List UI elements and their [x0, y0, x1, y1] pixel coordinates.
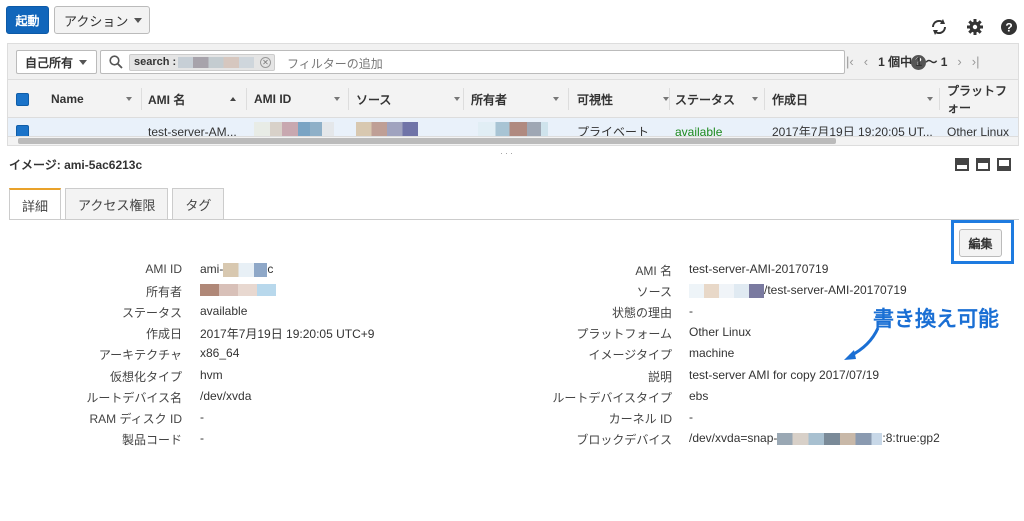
search-icon [109, 55, 123, 69]
help-icon[interactable]: ? [1000, 18, 1018, 36]
column-header[interactable]: ステータス [675, 80, 758, 118]
field-value: - [689, 304, 693, 318]
field-label: ソース [636, 285, 672, 299]
field-label: AMI 名 [635, 264, 672, 278]
redacted-value [178, 57, 254, 68]
field-label: 作成日 [145, 327, 182, 341]
pager-text: 1 個中 1 ～ 1 [878, 55, 948, 69]
remove-token-icon[interactable]: ✕ [260, 57, 271, 68]
field-value: - [200, 431, 204, 445]
field-value: available [200, 304, 248, 318]
pagination: |‹ ‹ 1 個中 1 ～ 1 › ›| [846, 53, 979, 70]
tab-tags[interactable]: タグ [172, 188, 225, 219]
block-device-value: /dev/xvda=snap-:8:true:gp2 [689, 431, 940, 445]
chevron-down-icon [79, 59, 88, 65]
tab-details[interactable]: 詳細 [9, 188, 62, 220]
owner-filter-select[interactable]: 自己所有 [16, 50, 97, 74]
last-page-icon[interactable]: ›| [972, 54, 980, 69]
column-header[interactable]: 所有者 [471, 80, 559, 118]
column-header[interactable]: プラットフォー [947, 80, 1018, 118]
field-label: イメージタイプ [588, 348, 672, 362]
search-input[interactable]: search : ✕ フィルターの追加 ? [100, 50, 926, 74]
gear-icon[interactable] [966, 18, 984, 36]
field-value: 2017年7月19日 19:20:05 UTC+9 [200, 327, 375, 341]
column-header[interactable]: 作成日 [772, 80, 933, 118]
search-token[interactable]: search : ✕ [129, 54, 275, 71]
filter-bar: 自己所有 search : ✕ フィルターの追加 ? |‹ ‹ 1 個中 1 ～… [7, 43, 1019, 79]
ami-id-value: ami-c [200, 262, 274, 277]
field-value: machine [689, 346, 735, 360]
description-value: test-server AMI for copy 2017/07/19 [689, 368, 880, 382]
field-label: 所有者 [145, 285, 182, 299]
field-label: 製品コード [121, 433, 182, 447]
field-label: ブロックデバイス [576, 433, 672, 447]
source-value: /test-server-AMI-20170719 [689, 283, 907, 298]
next-page-icon[interactable]: › [957, 54, 961, 69]
tab-permissions[interactable]: アクセス権限 [65, 188, 169, 219]
field-label: プラットフォーム [576, 327, 672, 341]
layout-top-icon[interactable] [997, 158, 1011, 171]
detail-tabs: 詳細 アクセス権限 タグ [9, 188, 225, 220]
field-label: AMI ID [145, 262, 182, 276]
detail-title: イメージ: ami-5ac6213c [9, 158, 143, 172]
annotation-arrow-icon [844, 327, 880, 360]
chevron-down-icon [134, 17, 143, 23]
annotation-callout: 書き換え可能 [873, 308, 999, 331]
field-label: 仮想化タイプ [109, 370, 182, 384]
horizontal-scrollbar[interactable] [7, 136, 1019, 146]
layout-split-icon[interactable] [976, 158, 990, 171]
launch-button[interactable]: 起動 [6, 6, 49, 34]
column-header[interactable]: AMI 名 [148, 80, 236, 118]
refresh-icon[interactable] [930, 18, 948, 36]
actions-label: アクション [64, 13, 129, 29]
field-label: ルートデバイスタイプ [552, 391, 672, 405]
first-page-icon[interactable]: |‹ [846, 54, 854, 69]
field-value: x86_64 [200, 346, 240, 360]
field-label: RAM ディスク ID [89, 412, 183, 426]
select-all-checkbox[interactable] [16, 80, 29, 118]
svg-text:?: ? [1005, 21, 1012, 35]
field-label: カーネル ID [608, 412, 672, 426]
edit-button[interactable]: 編集 [959, 229, 1002, 257]
search-token-key: search : [134, 56, 177, 68]
prev-page-icon[interactable]: ‹ [864, 54, 868, 69]
column-header[interactable]: ソース [356, 80, 460, 118]
field-value: /dev/xvda [200, 389, 252, 403]
filter-placeholder: フィルターの追加 [287, 57, 383, 71]
layout-switcher [955, 158, 1011, 171]
field-value: test-server-AMI-20170719 [689, 262, 829, 276]
column-header[interactable]: Name [51, 80, 132, 118]
field-value: Other Linux [689, 325, 752, 339]
layout-bottom-icon[interactable] [955, 158, 969, 171]
owner-filter-label: 自己所有 [25, 55, 74, 70]
field-label: ステータス [121, 306, 182, 320]
owner-value [200, 284, 276, 296]
actions-dropdown[interactable]: アクション [54, 6, 150, 34]
column-header[interactable]: AMI ID [254, 80, 340, 118]
field-label: ルートデバイス名 [86, 391, 182, 405]
field-label: アーキテクチャ [98, 348, 182, 362]
field-value: - [200, 410, 204, 424]
field-value: hvm [200, 368, 223, 382]
table-header: Name AMI 名 AMI ID ソース 所有者 可視性 ステータス 作成日 … [7, 79, 1019, 118]
field-value: ebs [689, 389, 709, 403]
field-value: - [689, 410, 693, 424]
field-label: 説明 [647, 370, 672, 384]
field-label: 状態の理由 [611, 306, 672, 320]
pane-resize-handle[interactable]: ··· [500, 148, 515, 158]
column-header[interactable]: 可視性 [577, 80, 669, 118]
